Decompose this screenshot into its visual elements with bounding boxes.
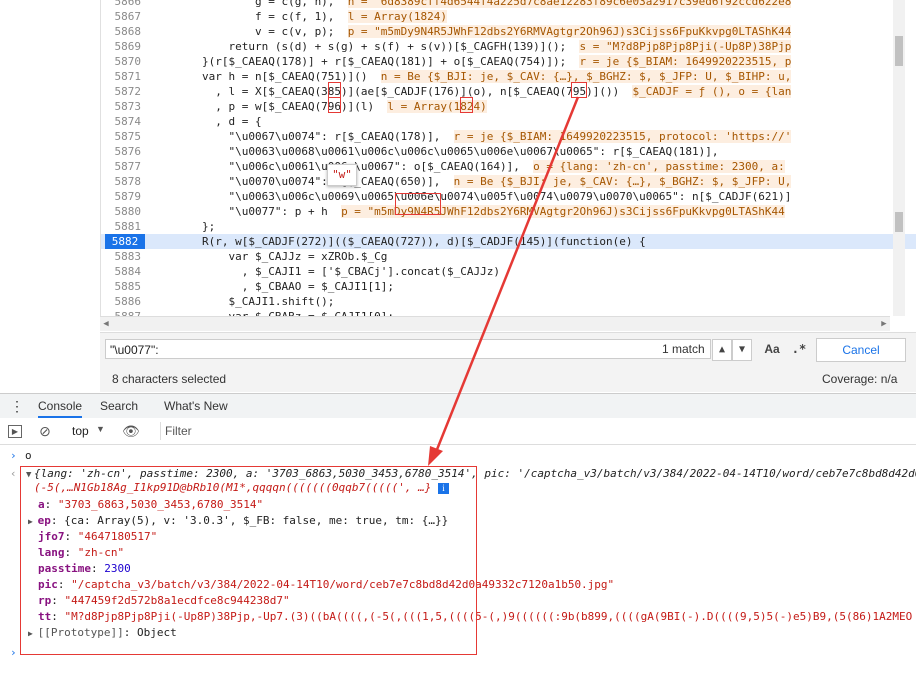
annotation-arrow xyxy=(428,96,580,466)
